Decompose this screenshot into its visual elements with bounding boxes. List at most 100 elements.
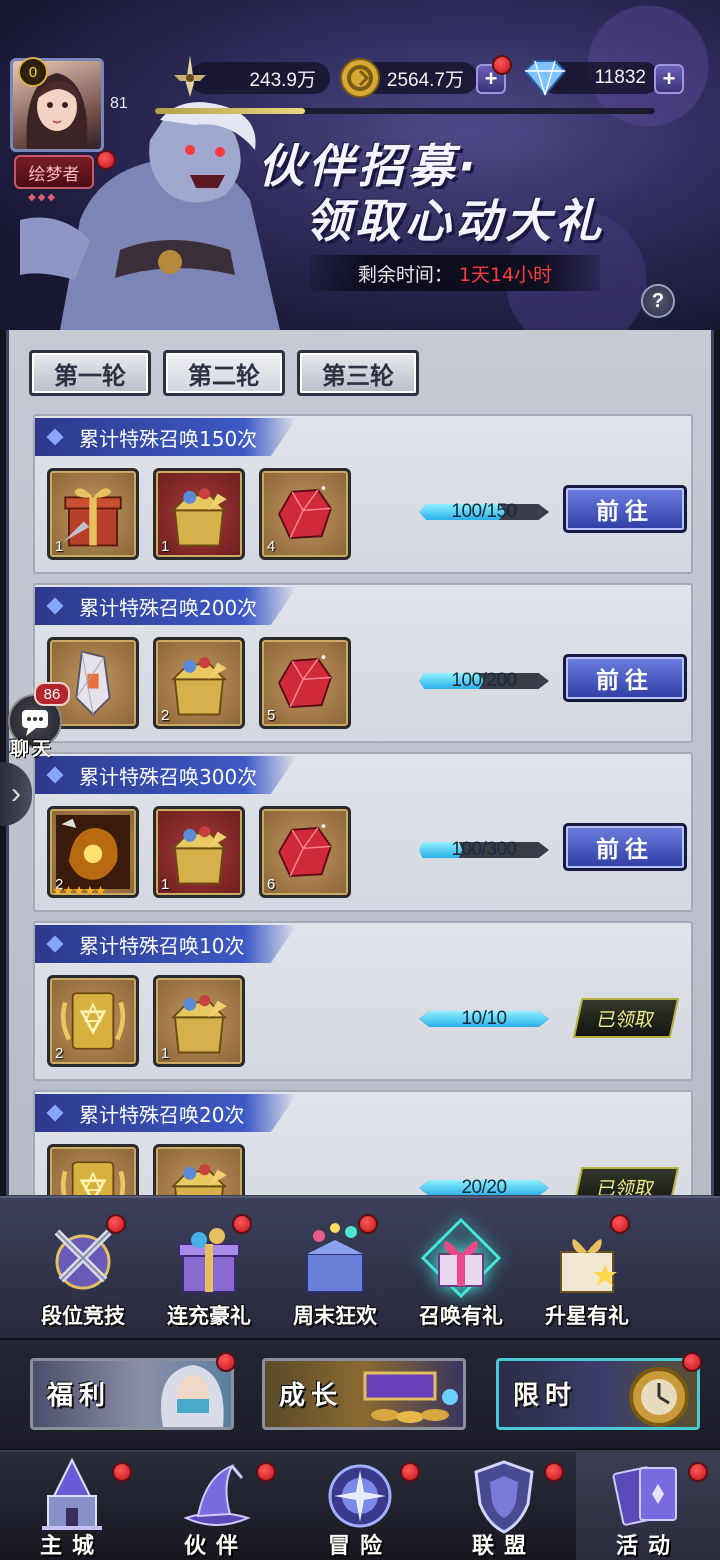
nav-label: 活动 <box>615 1534 680 1559</box>
go-button[interactable]: 前往 <box>563 654 687 702</box>
reward-item[interactable]: 1 <box>153 806 245 898</box>
reward-glyph <box>162 1153 236 1195</box>
welfare-character-icon <box>161 1365 224 1427</box>
tab-round-1[interactable]: 第一轮 <box>29 350 151 396</box>
category-welfare[interactable]: 福利 <box>30 1358 234 1430</box>
nav-compass-portal[interactable]: 冒险 <box>288 1452 432 1560</box>
diamond-icon <box>522 58 568 98</box>
progress-text: 100/200 <box>451 670 517 691</box>
activity-label: 周末狂欢 <box>293 1304 377 1328</box>
nav-cards[interactable]: 活动 <box>576 1452 720 1560</box>
gold-coin-icon <box>338 56 382 100</box>
exp-bar-fill <box>155 108 305 114</box>
activity-star-gift[interactable]: 升星有礼 <box>524 1214 650 1336</box>
castle-icon <box>32 1456 112 1536</box>
reward-item[interactable]: 2 <box>47 975 139 1067</box>
reward-item[interactable]: 1 <box>153 975 245 1067</box>
reward-glyph <box>162 815 236 889</box>
reward-list: 1 1 4 <box>47 468 351 560</box>
event-banner: 0 81 绘梦者 ◆◆◆ 243.9万 2564.7万 + 11832 + 伙伴… <box>0 0 720 330</box>
notification-dot <box>112 1462 132 1482</box>
category-limited-label: 限时 <box>513 1381 578 1411</box>
go-button[interactable]: 前往 <box>563 823 687 871</box>
wizard-hat-icon <box>176 1456 256 1536</box>
task-row: 累计特殊召唤150次 1 1 4 100/150 前往 <box>33 414 693 574</box>
red-crystal-icon <box>278 655 332 709</box>
activity-label: 召唤有礼 <box>419 1304 503 1328</box>
player-title-plate[interactable]: 绘梦者 <box>14 155 94 189</box>
event-countdown: 剩余时间： 1天14小时 <box>310 255 600 291</box>
reward-item[interactable]: 1 <box>153 468 245 560</box>
category-limited[interactable]: 限时 <box>496 1358 700 1430</box>
reward-item[interactable]: 5 <box>259 637 351 729</box>
bottom-navigation: 主城 伙伴 冒险 联盟 活动 <box>0 1450 720 1560</box>
countdown-value: 1天14小时 <box>458 263 553 286</box>
reward-glyph <box>162 477 236 551</box>
limited-clock-icon <box>629 1367 689 1427</box>
countdown-label: 剩余时间： <box>357 263 453 286</box>
reward-item[interactable]: 1 <box>47 468 139 560</box>
compass-portal-icon <box>328 1464 392 1528</box>
claimed-badge: 已领取 <box>572 998 680 1038</box>
nav-shield[interactable]: 联盟 <box>432 1452 576 1560</box>
help-button[interactable]: ? <box>641 284 675 318</box>
reward-glyph <box>268 815 342 889</box>
reward-count: 4 <box>267 538 276 555</box>
crystal-shard-icon <box>75 650 111 716</box>
progress-text: 20/20 <box>461 1177 507 1198</box>
activity-treasure-gift[interactable]: 连充豪礼 <box>146 1214 272 1336</box>
golden-scroll-icon <box>60 1161 126 1195</box>
reward-list: 21 <box>47 975 245 1067</box>
activity-crossed-swords[interactable]: 段位竞技 <box>20 1214 146 1336</box>
shield-icon <box>474 1460 534 1534</box>
task-row: 累计特殊召唤10次 2 1 10/10 已领取 <box>33 921 693 1081</box>
category-welfare-label: 福利 <box>47 1381 112 1411</box>
golden-chest-icon <box>170 995 228 1054</box>
notification-dot <box>688 1462 708 1482</box>
reward-count: 1 <box>55 538 64 555</box>
reward-count: 2 <box>161 707 170 724</box>
chat-button[interactable]: 86 聊天 <box>6 682 70 760</box>
reward-item[interactable]: 2 <box>153 637 245 729</box>
reward-item[interactable]: 4 <box>259 468 351 560</box>
reward-glyph <box>162 984 236 1058</box>
golden-chest-icon <box>170 488 228 547</box>
nav-label: 主城 <box>39 1534 104 1559</box>
golden-chest-icon <box>170 826 228 885</box>
reward-item[interactable] <box>47 1144 139 1195</box>
reward-glyph <box>56 477 130 551</box>
progress-text: 10/10 <box>461 1008 507 1029</box>
pink-gift-icon <box>420 1217 502 1299</box>
nav-castle[interactable]: 主城 <box>0 1452 144 1560</box>
nav-wizard-hat[interactable]: 伙伴 <box>144 1452 288 1560</box>
task-title: 累计特殊召唤200次 <box>35 587 297 625</box>
tab-round-3[interactable]: 第三轮 <box>297 350 419 396</box>
task-row: 累计特殊召唤300次 2 ★★★★★ 1 6 100/300 前往 <box>33 752 693 912</box>
category-row: 福利 成长 限时 <box>0 1340 720 1448</box>
task-row: 累计特殊召唤200次 2 5 100/200 前往 <box>33 583 693 743</box>
title-gems-decoration: ◆◆◆ <box>28 192 58 203</box>
cards-icon <box>608 1456 688 1536</box>
activity-party-gift[interactable]: 周末狂欢 <box>272 1214 398 1336</box>
add-diamond-button[interactable]: + <box>654 64 684 94</box>
progress-bar: 20/20 <box>419 1177 549 1198</box>
tab-round-2[interactable]: 第二轮 <box>163 350 285 396</box>
sword-emblem-icon <box>168 52 212 100</box>
category-growth[interactable]: 成长 <box>262 1358 466 1430</box>
go-button[interactable]: 前往 <box>563 485 687 533</box>
reward-stars: ★★★★★ <box>52 884 106 899</box>
reward-item[interactable]: 2 ★★★★★ <box>47 806 139 899</box>
reward-glyph <box>56 646 130 720</box>
reward-item[interactable] <box>153 1144 245 1195</box>
reward-item[interactable]: 6 <box>259 806 351 898</box>
task-title: 累计特殊召唤300次 <box>35 756 297 794</box>
gift-box-icon <box>63 488 122 547</box>
golden-chest-icon <box>170 657 228 716</box>
activity-pink-gift[interactable]: 召唤有礼 <box>398 1217 524 1336</box>
nav-label: 联盟 <box>471 1534 536 1559</box>
reward-count: 5 <box>267 707 276 724</box>
compass-portal-icon <box>320 1456 400 1536</box>
task-list[interactable]: 累计特殊召唤150次 1 1 4 100/150 前往 累计特殊召唤200次 2 5 100/20… <box>33 414 693 1198</box>
reward-count: 6 <box>267 876 276 893</box>
chat-label: 聊天 <box>10 738 55 760</box>
